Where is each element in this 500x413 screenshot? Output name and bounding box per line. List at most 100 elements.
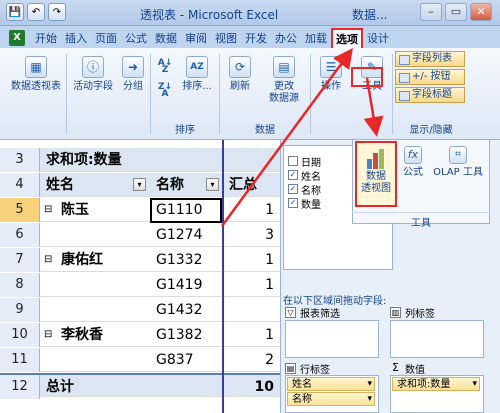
filter-icon: ▽ [285,307,296,318]
field-item-name[interactable]: ✓ 姓名 [288,168,321,183]
group-label: 分组 [123,81,143,92]
pivot-table-label: 数据透视表 [11,81,61,92]
field-item-date[interactable]: 日期 [288,154,321,169]
tools-button[interactable]: ✎ 工具 [354,56,390,93]
close-button[interactable]: ✕ [470,3,492,21]
total-header[interactable]: 汇总 [224,173,280,197]
fx-icon: fx [404,146,422,164]
tab-design[interactable]: 设计 [363,28,393,48]
tab-view[interactable]: 视图 [211,28,241,48]
pivot-chart-icon [365,147,387,169]
spreadsheet-grid[interactable]: 3 求和项:数量 4 姓名 ▾ 名称 ▾ 汇总 5 ⊟ 陈玉 G1110 1 6… [0,140,280,413]
show-hide-buttons: 字段列表 +/- 按钮 字段标题 [395,51,465,105]
field-item-quantity[interactable]: ✓ 数量 [288,196,321,211]
collapse-icon[interactable]: ⊟ [44,248,52,272]
tab-insert[interactable]: 插入 [61,28,91,48]
row-header[interactable]: 7 [0,248,40,272]
filter-dropdown-icon[interactable]: ▾ [206,178,219,191]
sort-label: 排序... [182,81,212,92]
product-cell[interactable]: G1332 [151,248,223,272]
column-labels-dropzone[interactable] [390,320,484,358]
table-row: 4 姓名 ▾ 名称 ▾ 汇总 [0,173,280,197]
name-cell[interactable]: 陈玉 [56,198,146,222]
tab-data[interactable]: 数据 [151,28,181,48]
redo-icon[interactable]: ↷ [48,3,66,21]
name-cell[interactable]: 康佑红 [56,248,146,272]
value-cell[interactable]: 1 [224,323,280,347]
name-cell[interactable]: 李秋香 [56,323,146,347]
quick-access-toolbar: 💾 ↶ ↷ [6,3,66,21]
plus-minus-buttons-toggle[interactable]: +/- 按钮 [395,69,465,85]
product-cell[interactable]: G1419 [151,273,223,297]
value-cell[interactable]: 3 [224,223,280,247]
sort-ascending-icon[interactable]: A↓ Z [156,59,174,75]
row-header[interactable]: 4 [0,173,40,197]
tab-home[interactable]: 开始 [31,28,61,48]
title-bar: 💾 ↶ ↷ 透视表 - Microsoft Excel 数据... – ▭ ✕ [0,0,500,26]
checkbox[interactable]: ✓ [288,198,298,208]
tab-options[interactable]: 选项 [331,28,363,48]
active-field-button[interactable]: ⓘ 活动字段 [68,56,118,93]
collapse-icon[interactable]: ⊟ [44,198,52,222]
row-header[interactable]: 8 [0,273,40,297]
value-cell[interactable]: 1 [224,198,280,222]
change-data-source-button[interactable]: ▤ 更改 数据源 [262,56,306,105]
row-header[interactable]: 6 [0,223,40,247]
field-headers-button[interactable]: 字段标题 [395,87,465,103]
value-field-pill[interactable]: 求和项:数量 [392,377,480,391]
value-cell[interactable]: 1 [224,248,280,272]
olap-tools-button[interactable]: ⌗ OLAP 工具 [428,146,488,179]
product-cell[interactable]: G837 [151,348,223,372]
sigma-icon: Σ [392,361,399,374]
row-header[interactable]: 9 [0,298,40,322]
refresh-button[interactable]: ⟳ 刷新 [222,56,258,93]
row-field-pill[interactable]: 姓名 [287,377,375,391]
minimize-button[interactable]: – [420,3,442,21]
collapse-icon[interactable]: ⊟ [44,323,52,347]
tab-addins[interactable]: 加载 [301,28,331,48]
value-cell[interactable]: 1 [224,273,280,297]
office-button[interactable]: X [3,27,31,48]
product-cell[interactable]: G1274 [151,223,223,247]
field-list-button[interactable]: 字段列表 [395,51,465,67]
sort-descending-icon[interactable]: Z↓ A [156,83,174,99]
tab-formulas[interactable]: 公式 [121,28,151,48]
pivot-table-button[interactable]: ▦ 数据透视表 [6,56,66,93]
tab-developer[interactable]: 开发 [241,28,271,48]
undo-icon[interactable]: ↶ [27,3,45,21]
row-header[interactable]: 3 [0,148,40,172]
product-cell[interactable]: G1432 [151,298,223,322]
group-button[interactable]: ➜ 分组 [118,56,148,93]
value-cell[interactable] [224,298,280,322]
row-field-pill[interactable]: 名称 [287,392,375,406]
checkbox[interactable]: ✓ [288,184,298,194]
tab-review[interactable]: 审阅 [181,28,211,48]
field-item-product[interactable]: ✓ 名称 [288,182,321,197]
grand-total-label[interactable]: 总计 [41,375,151,399]
sort-button[interactable]: AZ 排序... [178,56,216,93]
divider [150,54,151,134]
actions-button[interactable]: ☰ 操作 [314,56,348,93]
row-header[interactable]: 11 [0,348,40,372]
product-cell[interactable]: G1382 [151,323,223,347]
value-cell[interactable]: 2 [224,348,280,372]
maximize-button[interactable]: ▭ [445,3,467,21]
tab-office[interactable]: 办公 [271,28,301,48]
row-header[interactable]: 10 [0,323,40,347]
row-header[interactable]: 5 [0,198,40,222]
pivot-value-header[interactable]: 求和项:数量 [41,148,221,172]
pivot-chart-button[interactable]: 数据 透视图 [355,141,397,207]
tab-page[interactable]: 页面 [91,28,121,48]
group-icon: ➜ [122,56,144,78]
divider [310,54,311,134]
formulas-button[interactable]: fx 公式 [400,146,426,179]
filter-dropdown-icon[interactable]: ▾ [133,178,146,191]
sort-group-label: 排序 [175,125,195,136]
checkbox[interactable] [288,156,298,166]
values-label: 数值 [405,365,425,376]
checkbox[interactable]: ✓ [288,170,298,180]
save-icon[interactable]: 💾 [6,3,24,21]
row-header[interactable]: 12 [0,375,40,399]
grand-total-value[interactable]: 10 [224,375,280,399]
report-filter-dropzone[interactable] [285,320,379,358]
